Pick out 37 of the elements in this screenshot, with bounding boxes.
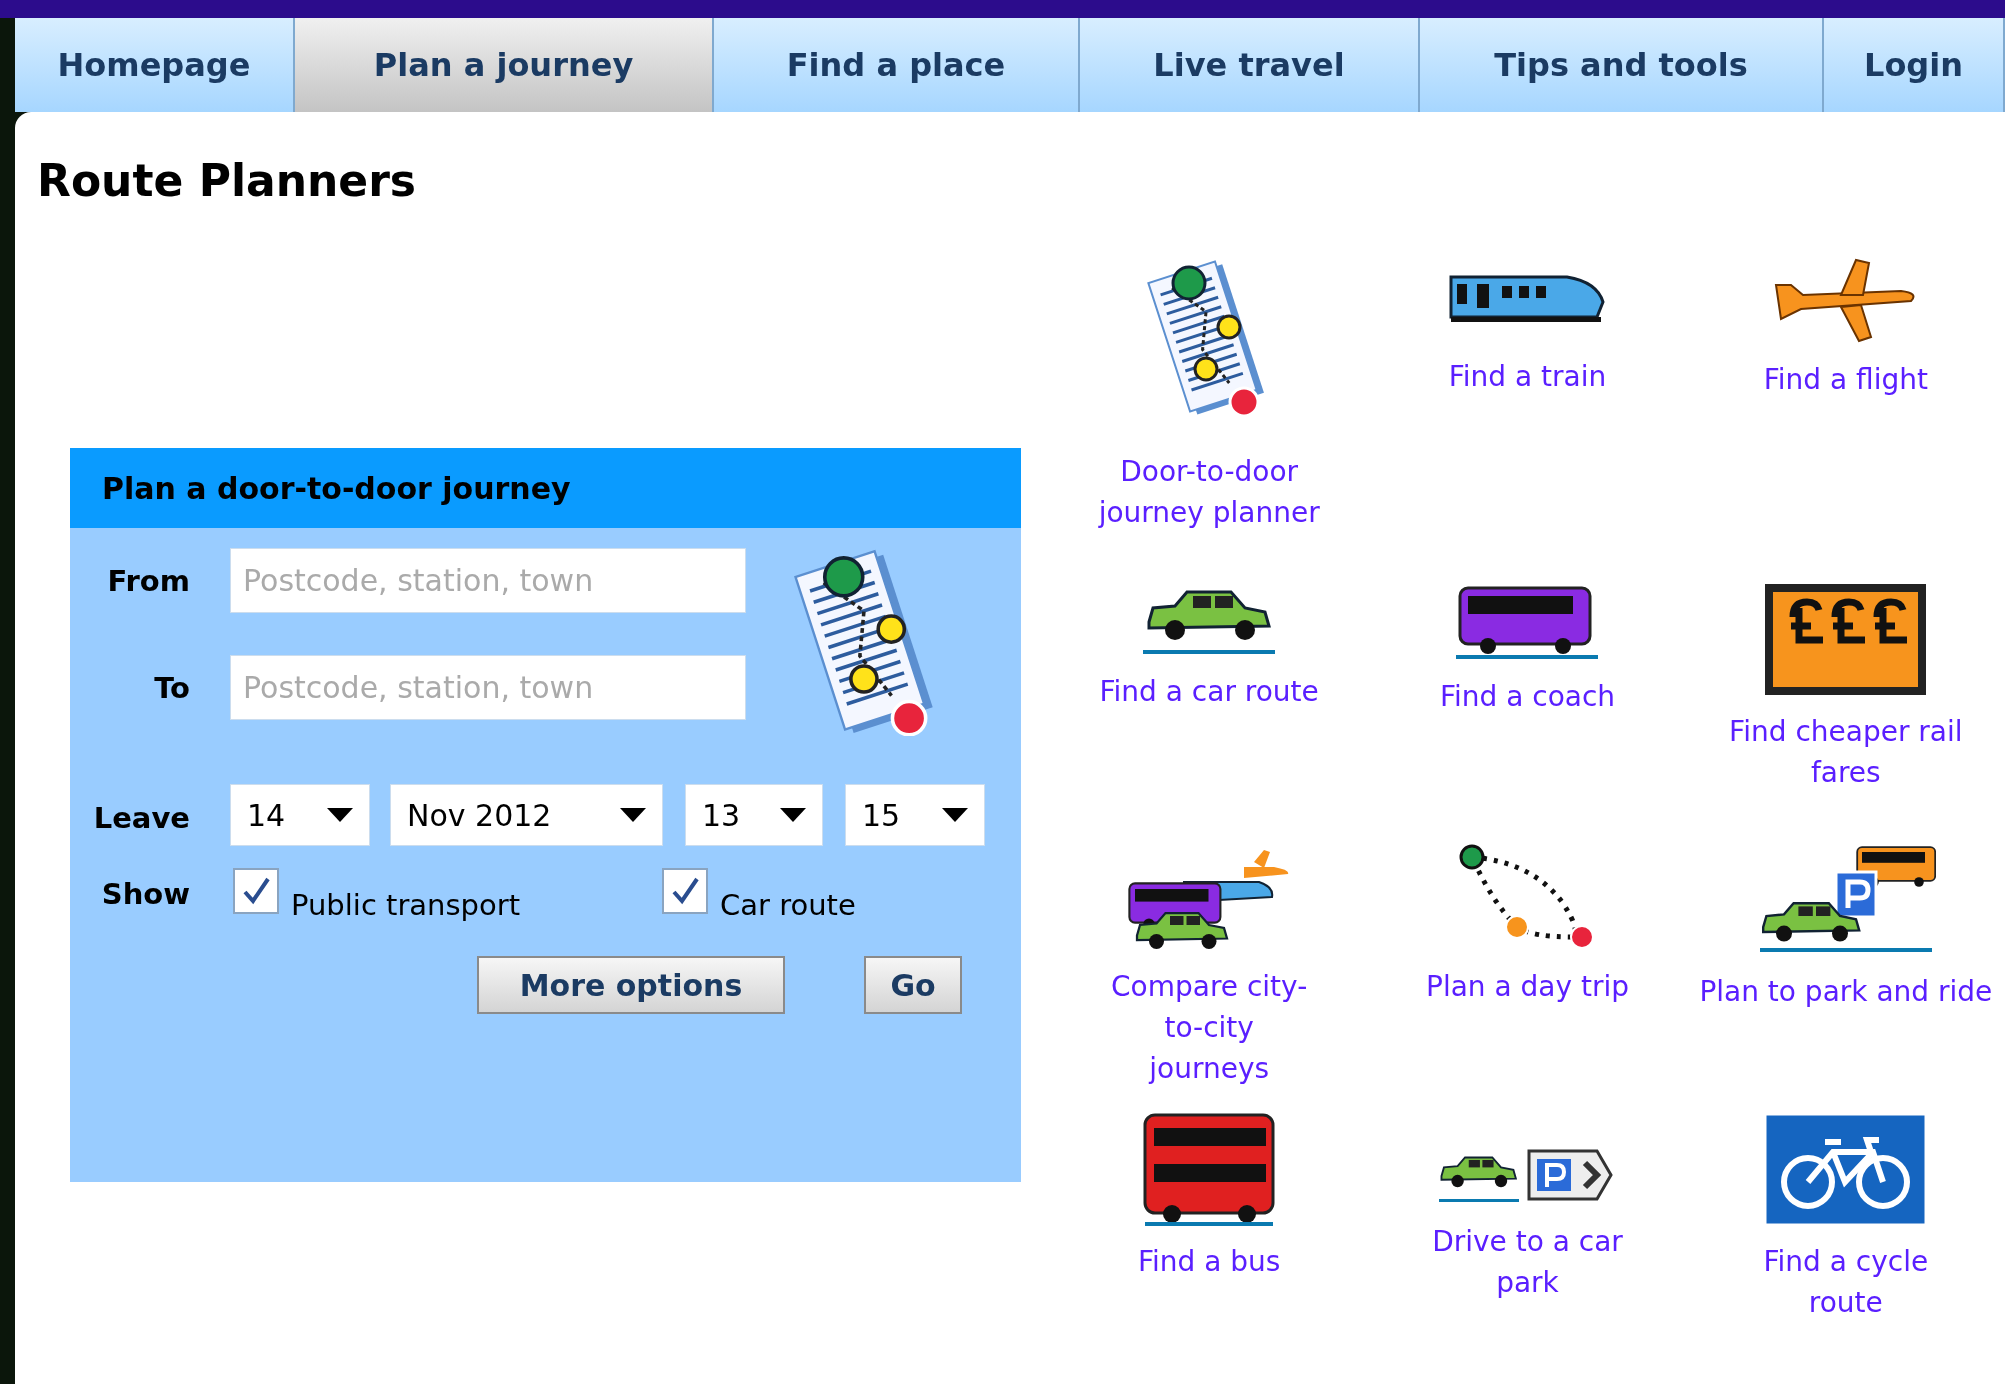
double-decker-bus-icon[interactable]: [1141, 1112, 1277, 1227]
field-label: From: [106, 563, 190, 600]
pound-sign-sign-icon[interactable]: [1763, 582, 1929, 697]
text-input[interactable]: Postcode, station, town: [230, 655, 746, 720]
dropdown[interactable]: 13: [685, 784, 823, 846]
checkbox[interactable]: [233, 868, 279, 914]
planner-link[interactable]: Find a cycle route: [1725, 1241, 1966, 1323]
nav-tab[interactable]: Plan a journey: [295, 18, 714, 112]
go-button[interactable]: Go: [864, 956, 962, 1014]
planner-link[interactable]: Find a train: [1448, 356, 1607, 397]
field-label: To: [153, 670, 190, 707]
planner-link[interactable]: Plan to park and ride: [1699, 971, 1993, 1012]
planner-link[interactable]: Compare city-to-city journeys: [1101, 966, 1317, 1089]
caret-icon: [780, 808, 806, 822]
caret-icon: [327, 808, 353, 822]
checkbox-label: Car route: [720, 887, 856, 924]
checkbox-label: Public transport: [291, 887, 521, 924]
planner-link[interactable]: Drive to a car park: [1402, 1221, 1653, 1303]
caret-icon: [620, 808, 646, 822]
planner-link[interactable]: Door-to-door journey planner: [1094, 451, 1325, 533]
dropdown[interactable]: Nov 2012: [390, 784, 663, 846]
text-input[interactable]: Postcode, station, town: [230, 548, 746, 613]
dropdown[interactable]: 14: [230, 784, 370, 846]
planner-link[interactable]: Find a bus: [1137, 1241, 1281, 1282]
planner-link[interactable]: Find cheaper rail fares: [1690, 711, 2001, 793]
panel-title: Plan a door-to-door journey: [70, 448, 1021, 528]
planner-link[interactable]: Plan a day trip: [1426, 966, 1629, 1007]
field-label: Show: [100, 876, 190, 913]
caret-icon: [942, 808, 968, 822]
page-heading: Route Planners: [37, 154, 417, 208]
checkbox[interactable]: [662, 868, 708, 914]
dropdown[interactable]: 15: [845, 784, 985, 846]
field-label: Leave: [92, 800, 190, 837]
planner-link[interactable]: Find a car route: [1099, 671, 1319, 712]
planner-link[interactable]: Find a coach: [1439, 676, 1616, 717]
more-options-button[interactable]: More options: [477, 956, 785, 1014]
planner-link[interactable]: Find a flight: [1763, 359, 1928, 400]
